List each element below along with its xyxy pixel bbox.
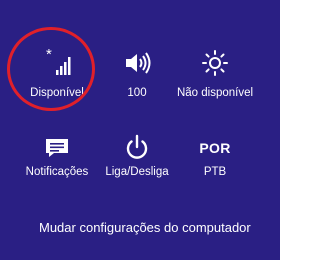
network-tile[interactable]: * Disponível [12,48,102,118]
volume-tile[interactable]: 100 [92,48,182,118]
brightness-status-label: Não disponível [176,87,254,99]
network-signal-icon: * [12,48,102,78]
brightness-sun-icon [170,48,260,78]
notifications-icon [12,133,102,163]
power-icon [92,133,182,163]
brightness-tile[interactable]: Não disponível [170,48,260,118]
language-code: POR [199,140,231,156]
keyboard-layout-label: PTB [203,166,227,178]
settings-charm-panel: * Disponível 100 Não disponível Notifica… [0,0,280,260]
speaker-volume-icon [92,48,182,78]
svg-text:*: * [46,48,52,63]
change-pc-settings-link[interactable]: Mudar configurações do computador [39,220,251,235]
keyboard-language-tile[interactable]: POR PTB [170,133,260,203]
